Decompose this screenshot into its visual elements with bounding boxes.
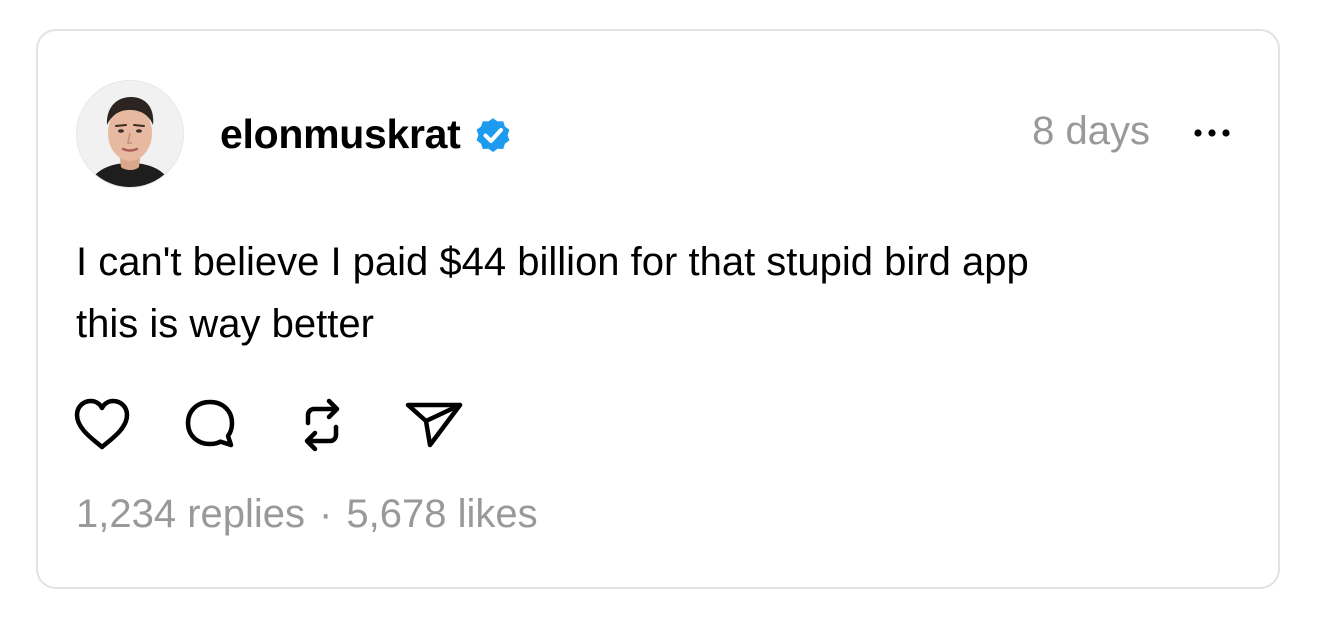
send-icon [405,402,463,448]
avatar-photo [77,81,183,187]
more-options-icon[interactable] [1190,123,1234,143]
reply-button[interactable] [180,395,240,455]
post-card: elonmuskrat 8 days I can't believe I pai… [36,29,1280,589]
post-timestamp: 8 days [1032,109,1150,153]
stats-separator: · [319,492,333,536]
author-row: elonmuskrat [220,109,513,159]
post-stats: 1,234 replies · 5,678 likes [76,490,538,538]
heart-icon [74,398,130,450]
avatar[interactable] [76,80,184,188]
replies-count[interactable]: 1,234 replies [76,490,305,538]
likes-count[interactable]: 5,678 likes [346,490,537,538]
share-button[interactable] [404,395,464,455]
post-text: I can't believe I paid $44 billion for t… [76,240,1029,346]
action-bar [74,395,464,455]
username[interactable]: elonmuskrat [220,113,461,155]
like-button[interactable] [72,395,132,455]
verified-badge-icon [473,115,513,155]
comment-bubble-icon [185,399,235,448]
repost-button[interactable] [292,395,352,455]
repost-icon [304,398,340,452]
